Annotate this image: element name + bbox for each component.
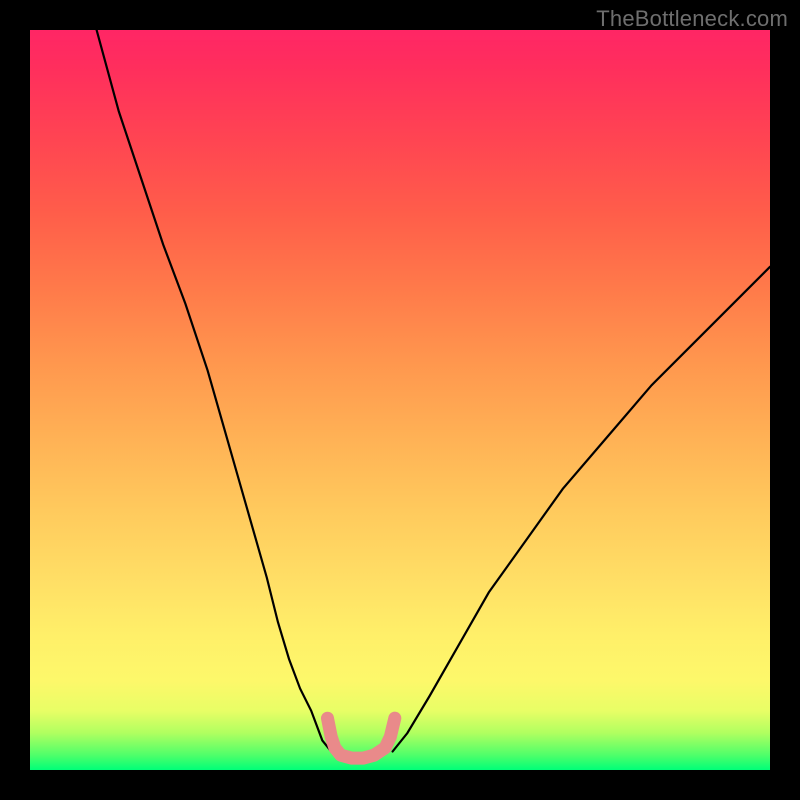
plot-area	[30, 30, 770, 770]
left-curve	[97, 30, 332, 752]
right-curve	[393, 267, 770, 752]
valley-marker	[327, 718, 394, 758]
chart-frame: TheBottleneck.com	[0, 0, 800, 800]
watermark-text: TheBottleneck.com	[596, 6, 788, 32]
curves-svg	[30, 30, 770, 770]
